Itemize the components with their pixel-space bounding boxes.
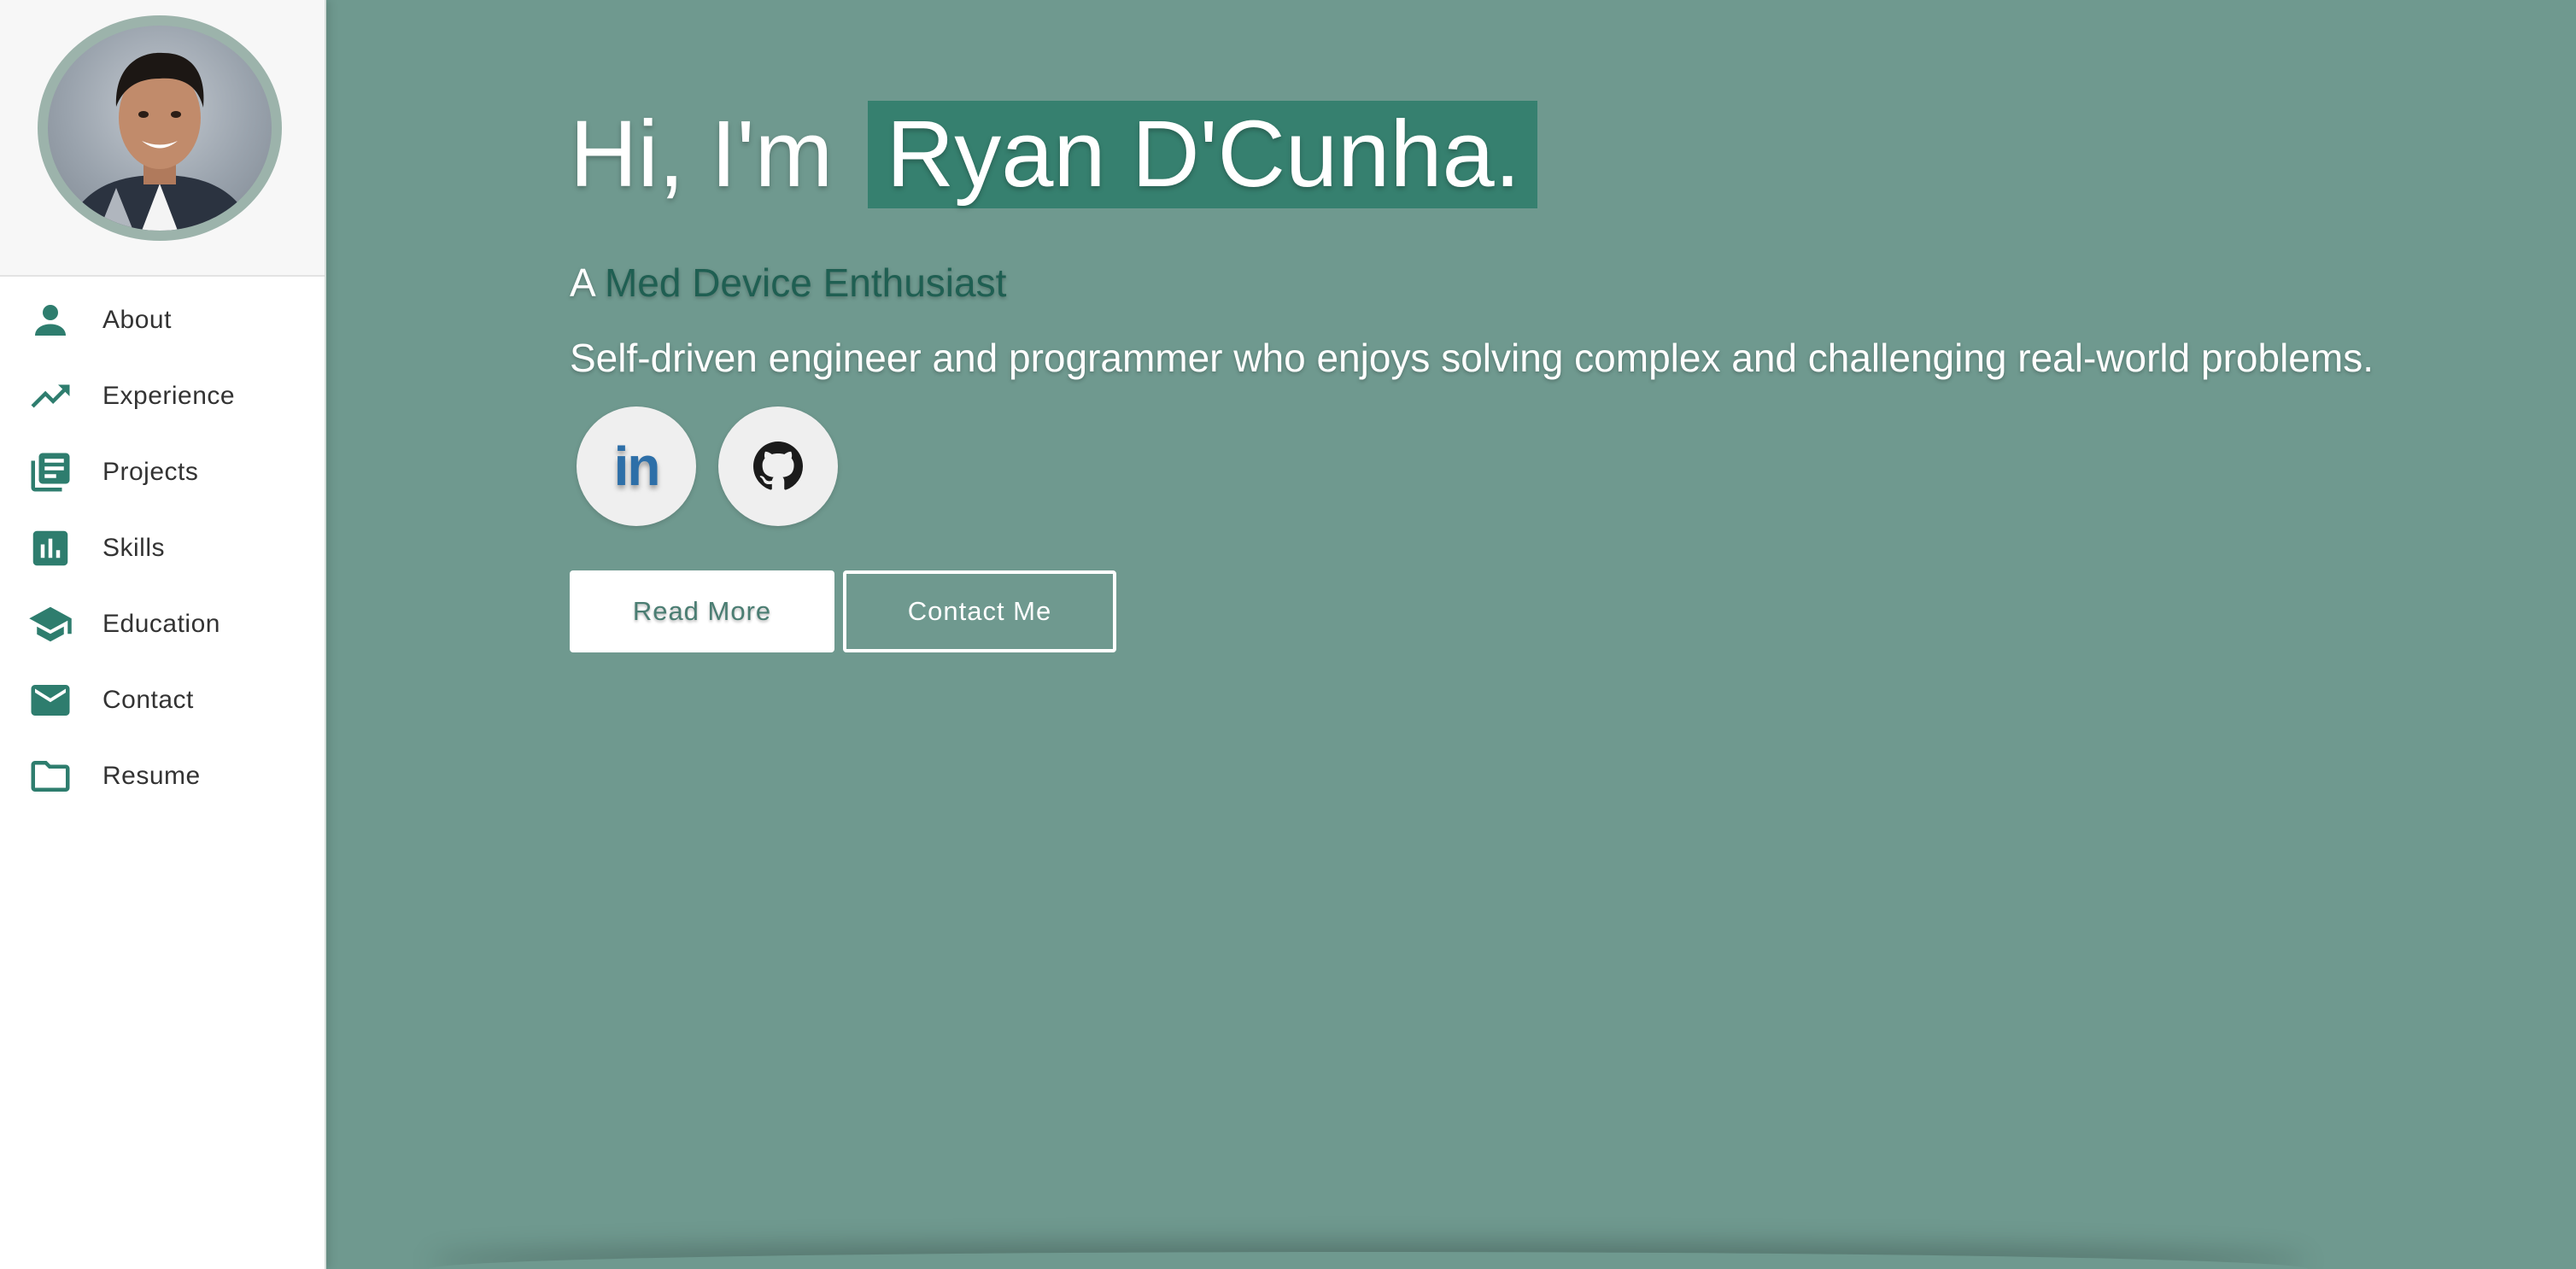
linkedin-button[interactable]: in (577, 406, 696, 526)
page: About Experience Projects Skills Educati… (0, 0, 2576, 1269)
avatar-portrait (65, 52, 255, 231)
library-books-icon (27, 449, 73, 495)
hero-section: Hi, I'm Ryan D'Cunha. A Med Device Enthu… (326, 0, 2576, 1269)
sidebar-item-label: Experience (102, 381, 236, 410)
sidebar-item-experience[interactable]: Experience (0, 358, 325, 434)
social-links: in (570, 406, 2534, 526)
sidebar-item-about[interactable]: About (0, 282, 325, 358)
sidebar: About Experience Projects Skills Educati… (0, 0, 326, 1269)
sidebar-header (0, 0, 325, 277)
subtitle-role: Med Device Enthusiast (604, 260, 1007, 305)
avatar (38, 15, 282, 241)
bar-chart-icon (27, 525, 73, 571)
sidebar-item-projects[interactable]: Projects (0, 434, 325, 510)
hero-actions: Read More Contact Me (570, 570, 2534, 652)
read-more-button[interactable]: Read More (570, 570, 834, 652)
person-icon (27, 297, 73, 343)
sidebar-item-label: Projects (102, 457, 199, 486)
sidebar-item-label: Education (102, 609, 220, 638)
hero-content: Hi, I'm Ryan D'Cunha. A Med Device Enthu… (570, 101, 2534, 652)
sidebar-item-education[interactable]: Education (0, 586, 325, 662)
sidebar-item-label: Contact (102, 685, 194, 714)
subtitle-prefix: A (570, 260, 594, 305)
mail-icon (27, 677, 73, 723)
sidebar-item-label: Skills (102, 533, 166, 562)
graduation-cap-icon (27, 601, 73, 647)
trending-up-icon (27, 373, 73, 419)
github-button[interactable] (718, 406, 838, 526)
sidebar-item-skills[interactable]: Skills (0, 510, 325, 586)
section-divider-shadow (429, 1252, 2308, 1269)
sidebar-item-label: About (102, 305, 172, 334)
greeting-text: Hi, I'm (570, 102, 834, 207)
sidebar-item-resume[interactable]: Resume (0, 738, 325, 814)
hero-description: Self-driven engineer and programmer who … (570, 336, 2374, 380)
folder-icon (27, 753, 73, 799)
sidebar-item-contact[interactable]: Contact (0, 662, 325, 738)
subtitle: A Med Device Enthusiast (570, 260, 2534, 306)
github-icon (753, 442, 803, 490)
contact-me-button[interactable]: Contact Me (843, 570, 1116, 652)
name-highlight: Ryan D'Cunha. (867, 101, 1538, 208)
page-title: Hi, I'm Ryan D'Cunha. (570, 101, 2534, 208)
sidebar-nav: About Experience Projects Skills Educati… (0, 277, 325, 814)
sidebar-item-label: Resume (102, 761, 201, 790)
linkedin-icon: in (613, 436, 661, 497)
